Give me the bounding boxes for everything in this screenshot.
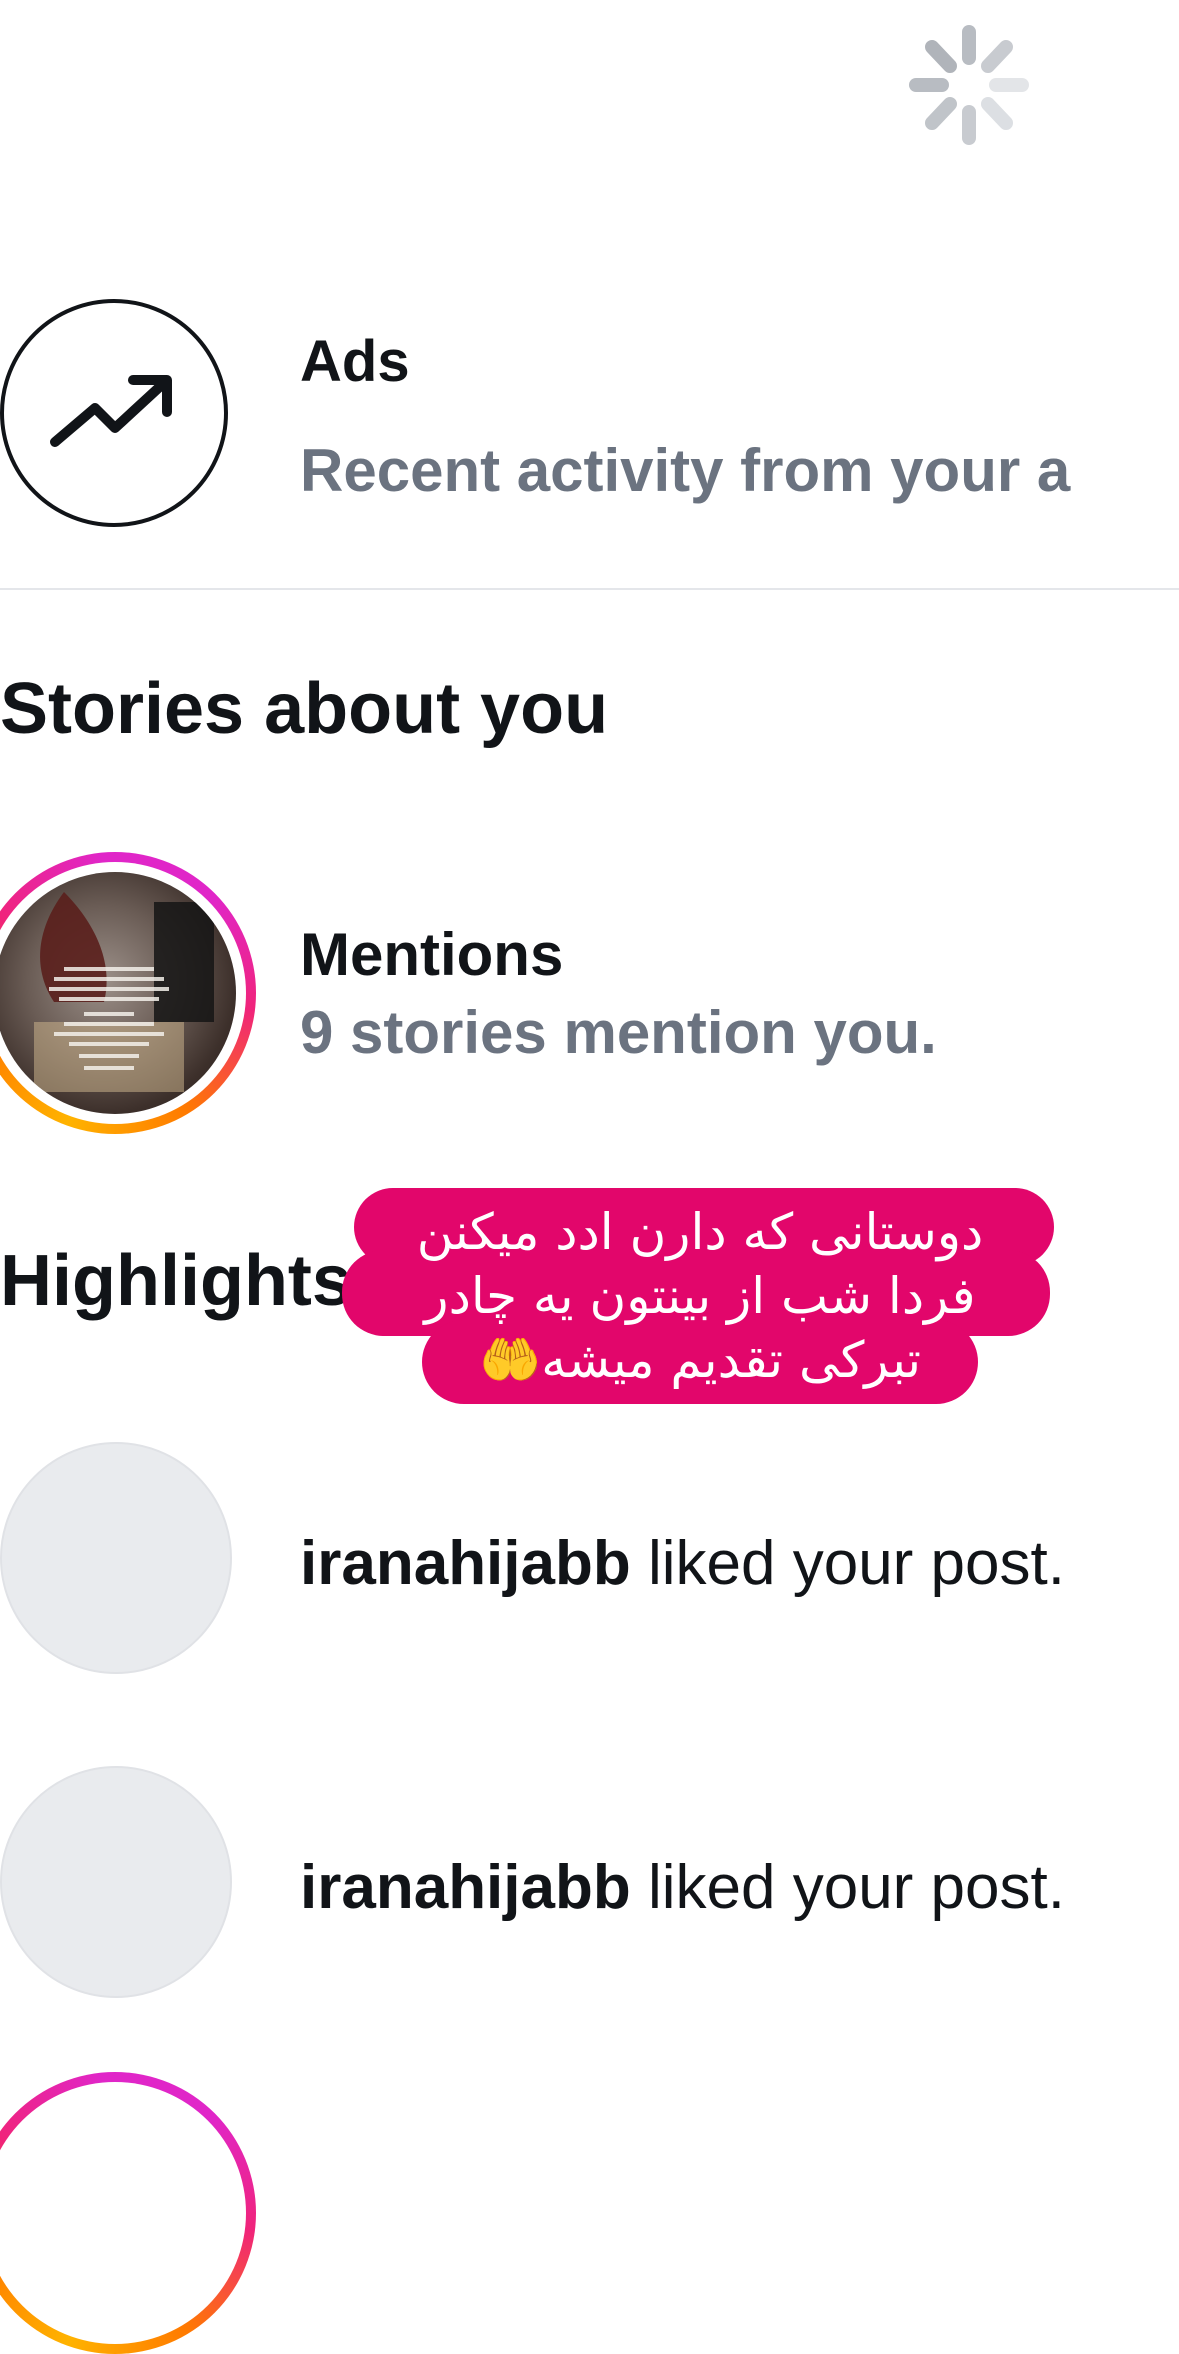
activity-text[interactable]: iranahijabb liked your post. (300, 1852, 1065, 1923)
sticker-line: فردا شب از بینتون یه چادر (424, 1267, 976, 1325)
ads-icon-circle (0, 299, 228, 527)
story-ring-avatar[interactable] (0, 2072, 256, 2354)
trending-up-icon (50, 375, 172, 447)
activity-action: liked your post. (630, 1853, 1065, 1922)
story-thumbnail (0, 872, 236, 1114)
mentions-story-avatar[interactable] (0, 852, 256, 1134)
section-divider (0, 588, 1179, 590)
ads-title: Ads (300, 329, 410, 394)
ads-row[interactable]: Ads Recent activity from your a (0, 296, 1179, 536)
highlights-section-title: Highlights (0, 1241, 352, 1321)
mentions-subtitle: 9 stories mention you. (300, 999, 937, 1066)
ads-subtitle: Recent activity from your a (300, 437, 1071, 504)
sticker-line: دوستانی که دارن ادد میکنن (416, 1203, 984, 1261)
stories-section-title: Stories about you (0, 669, 609, 749)
mentions-title: Mentions (300, 921, 564, 988)
activity-action: liked your post. (630, 1529, 1065, 1598)
sticker-line: تبرکی تقدیم میشه🤲 (478, 1331, 922, 1389)
activity-text[interactable]: iranahijabb liked your post. (300, 1528, 1065, 1599)
avatar[interactable] (0, 1766, 232, 1998)
story-text-sticker: دوستانی که دارن ادد میکنن فردا شب از بین… (342, 1188, 1058, 1418)
activity-username[interactable]: iranahijabb (300, 1853, 631, 1922)
activity-username[interactable]: iranahijabb (300, 1529, 631, 1598)
avatar[interactable] (0, 1442, 232, 1674)
loading-spinner-icon (909, 25, 1029, 145)
